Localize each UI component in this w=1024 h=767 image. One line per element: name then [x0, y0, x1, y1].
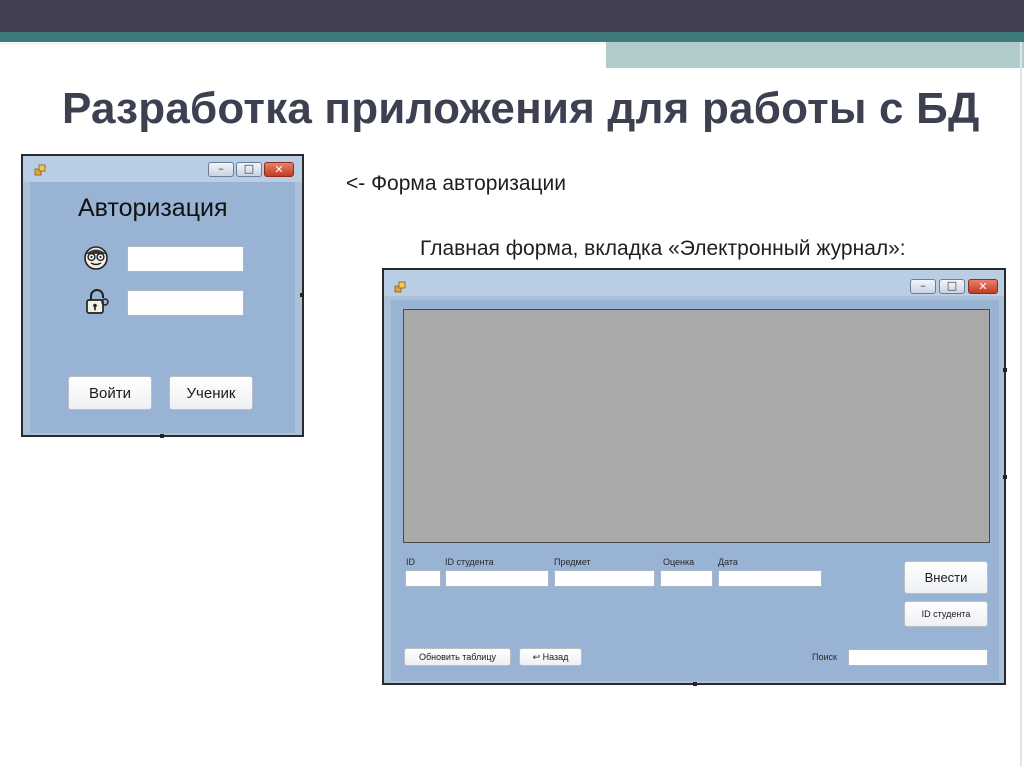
subject-input[interactable]	[554, 570, 655, 587]
slide-accent-block	[606, 42, 1024, 68]
student-id-input[interactable]	[445, 570, 549, 587]
main-titlebar: – □ ✕	[384, 270, 1004, 296]
resize-handle	[693, 682, 697, 686]
resize-handle	[160, 434, 164, 438]
search-input[interactable]	[848, 649, 988, 666]
app-icon	[34, 164, 46, 176]
lock-icon	[86, 289, 109, 314]
login-titlebar: – □ ✕	[23, 156, 302, 182]
resize-handle	[1003, 368, 1007, 372]
login-window: – □ ✕ Авторизация Войти Ученик	[21, 154, 304, 437]
grade-input[interactable]	[660, 570, 713, 587]
id-input[interactable]	[405, 570, 441, 587]
slide-top-band	[0, 0, 1024, 32]
student-id-label: ID студента	[445, 557, 494, 567]
close-button[interactable]: ✕	[968, 279, 998, 294]
login-input[interactable]	[127, 246, 244, 272]
maximize-button[interactable]: □	[236, 162, 262, 177]
main-client-area: ID ID студента Предмет Оценка Дата Внест…	[391, 300, 999, 681]
caption-login-form: <- Форма авторизации	[346, 172, 567, 195]
slide-accent-line	[0, 32, 1024, 42]
journal-data-grid[interactable]	[403, 309, 990, 543]
student-button[interactable]: Ученик	[169, 376, 253, 410]
grade-label: Оценка	[663, 557, 695, 567]
main-window: – □ ✕ ID ID студента Предмет Оценка Дата…	[382, 268, 1006, 685]
date-input[interactable]	[718, 570, 822, 587]
slide-divider	[0, 43, 606, 44]
search-label: Поиск	[812, 652, 837, 662]
caption-main-form: Главная форма, вкладка «Электронный журн…	[420, 237, 906, 260]
close-button[interactable]: ✕	[264, 162, 294, 177]
slide-title: Разработка приложения для работы с БД	[62, 84, 980, 133]
login-heading: Авторизация	[78, 194, 228, 222]
minimize-button[interactable]: –	[208, 162, 234, 177]
back-button[interactable]: ↩ Назад	[519, 648, 582, 666]
password-input[interactable]	[127, 290, 244, 316]
id-label: ID	[406, 557, 415, 567]
slide-right-border	[1020, 42, 1022, 767]
resize-handle	[300, 293, 304, 297]
refresh-table-button[interactable]: Обновить таблицу	[404, 648, 511, 666]
enter-button[interactable]: Войти	[68, 376, 152, 410]
maximize-button[interactable]: □	[939, 279, 965, 294]
app-icon	[394, 281, 406, 293]
resize-handle	[1003, 475, 1007, 479]
date-label: Дата	[718, 557, 738, 567]
face-with-glasses-icon	[84, 246, 108, 270]
subject-label: Предмет	[554, 557, 591, 567]
login-client-area: Авторизация Войти Ученик	[30, 182, 295, 433]
student-id-button[interactable]: ID студента	[904, 601, 988, 627]
submit-button[interactable]: Внести	[904, 561, 988, 594]
minimize-button[interactable]: –	[910, 279, 936, 294]
